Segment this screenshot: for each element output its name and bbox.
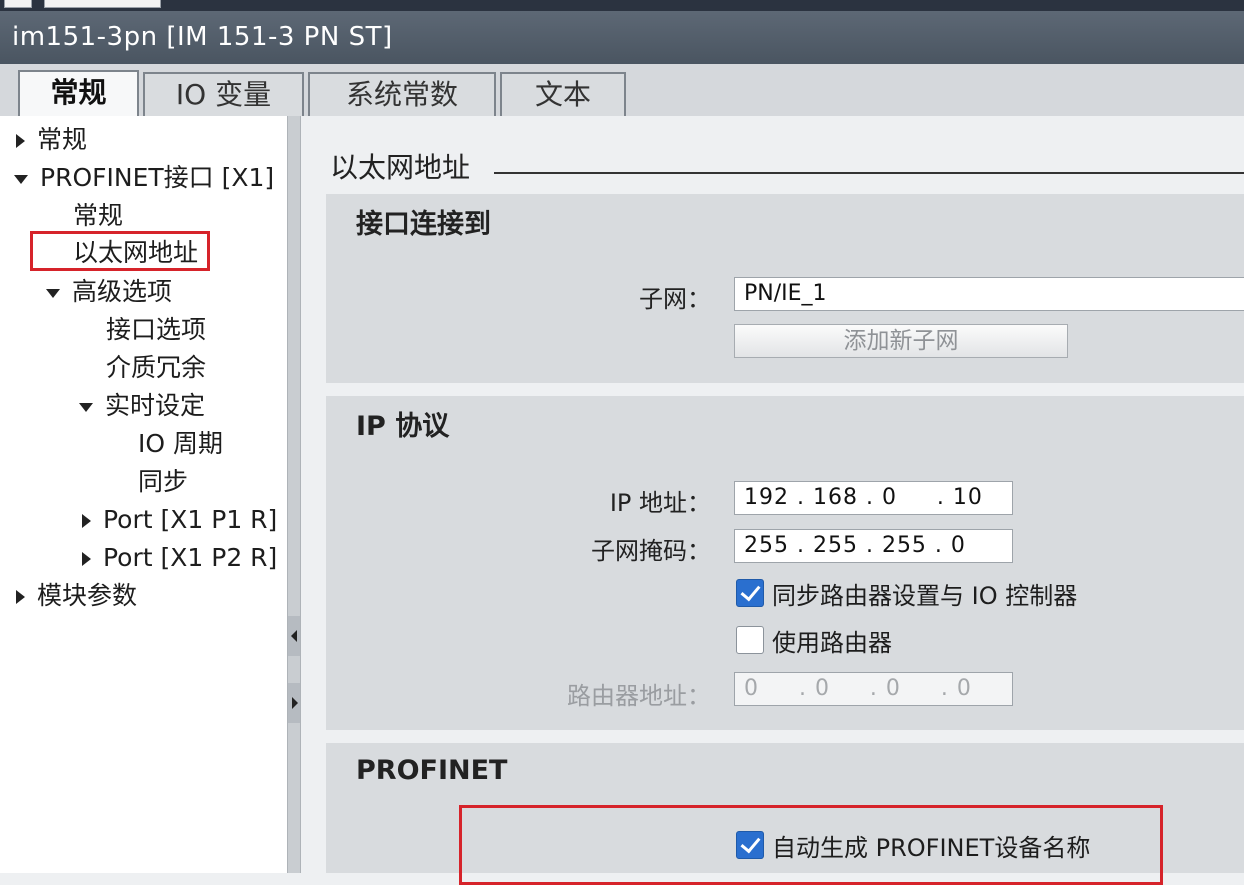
tree-item-label: Port [X1 P1 R] — [103, 505, 278, 534]
tree-item-advanced-options[interactable]: 高级选项 — [46, 276, 172, 308]
editor-tab-stub[interactable] — [4, 0, 32, 8]
editor-tab-stub[interactable] — [44, 0, 161, 8]
tab-system-constants[interactable]: 系统常数 — [308, 72, 496, 116]
tree-item-port2[interactable]: Port [X1 P2 R] — [82, 542, 277, 574]
router-address-label: 路由器地址： — [567, 682, 711, 710]
sync-router-checkbox[interactable] — [736, 579, 764, 607]
tree-item-realtime-settings[interactable]: 实时设定 — [79, 390, 205, 422]
ip-protocol-section: IP 协议 IP 地址： 192 . 168 . 0 . 10 子网掩码： 25… — [326, 396, 1244, 730]
ip-address-label: IP 地址： — [609, 489, 711, 517]
use-router-checkbox[interactable] — [736, 626, 764, 654]
navigation-tree: 常规 PROFINET接口 [X1] 常规 以太网地址 高级选项 接口选项 介质… — [0, 116, 288, 873]
use-router-label: 使用路由器 — [772, 629, 892, 657]
tree-item-label: 实时设定 — [105, 391, 206, 420]
expand-arrow-icon[interactable] — [16, 590, 25, 604]
window-top-strip — [0, 0, 1244, 11]
tree-item-port1[interactable]: Port [X1 P1 R] — [82, 504, 277, 536]
tab-texts[interactable]: 文本 — [500, 72, 626, 116]
tree-item-label: Port [X1 P2 R] — [103, 543, 278, 572]
interface-section: 接口连接到 子网： PN/IE_1 添加新子网 — [326, 194, 1244, 383]
checkmark-icon — [740, 580, 761, 602]
section-title: PROFINET — [356, 755, 508, 786]
tree-item-module-params[interactable]: 模块参数 — [16, 580, 137, 612]
tree-item-label: PROFINET接口 [X1] — [40, 163, 275, 192]
tree-item-pn-general[interactable]: 常规 — [73, 200, 123, 232]
collapse-arrow-icon[interactable] — [46, 288, 60, 298]
checkmark-icon — [740, 832, 761, 854]
expand-arrow-icon[interactable] — [82, 552, 91, 566]
auto-device-name-label: 自动生成 PROFINET设备名称 — [772, 834, 1091, 862]
arrow-right-icon — [292, 697, 298, 709]
pane-splitter[interactable] — [287, 116, 301, 873]
subnet-mask-label: 子网掩码： — [591, 537, 711, 565]
expand-arrow-icon[interactable] — [82, 514, 91, 528]
heading-divider — [494, 172, 1244, 174]
page-title: 以太网地址 — [330, 151, 471, 184]
tree-item-sync[interactable]: 同步 — [138, 466, 188, 498]
add-subnet-button[interactable]: 添加新子网 — [734, 324, 1068, 358]
tree-item-media-redundancy[interactable]: 介质冗余 — [106, 352, 206, 384]
sync-router-label: 同步路由器设置与 IO 控制器 — [772, 582, 1078, 610]
section-title: IP 协议 — [356, 411, 450, 442]
highlight-box — [30, 231, 210, 271]
tab-io-tags[interactable]: IO 变量 — [143, 72, 304, 116]
router-address-field: 0 . 0 . 0 . 0 — [734, 672, 1013, 706]
expand-arrow-icon[interactable] — [16, 134, 25, 148]
subnet-label: 子网： — [639, 285, 711, 313]
tree-item-general[interactable]: 常规 — [16, 124, 87, 156]
tree-item-label: 常规 — [37, 125, 88, 154]
tab-bar: 常规 IO 变量 系统常数 文本 — [0, 64, 1244, 118]
tab-general[interactable]: 常规 — [18, 70, 139, 118]
collapse-arrow-icon[interactable] — [79, 402, 93, 412]
tree-item-label: 模块参数 — [37, 581, 138, 610]
auto-device-name-checkbox[interactable] — [736, 831, 764, 859]
inspector-title: im151-3pn [IM 151-3 PN ST] — [0, 11, 1244, 64]
section-title: 接口连接到 — [356, 209, 491, 240]
tree-item-interface-options[interactable]: 接口选项 — [106, 314, 206, 346]
subnet-mask-field[interactable]: 255 . 255 . 255 . 0 — [734, 529, 1013, 563]
arrow-left-icon — [291, 630, 297, 642]
collapse-arrow-icon[interactable] — [14, 174, 28, 184]
profinet-section: PROFINET 自动生成 PROFINET设备名称 — [326, 743, 1244, 885]
properties-panel: 以太网地址 接口连接到 子网： PN/IE_1 添加新子网 IP 协议 IP 地… — [301, 116, 1244, 885]
tree-item-profinet-interface[interactable]: PROFINET接口 [X1] — [14, 162, 274, 194]
subnet-field[interactable]: PN/IE_1 — [734, 277, 1244, 311]
tree-item-label: 高级选项 — [72, 277, 173, 306]
ip-address-field[interactable]: 192 . 168 . 0 . 10 — [734, 481, 1013, 515]
tree-item-io-cycle[interactable]: IO 周期 — [138, 428, 223, 460]
